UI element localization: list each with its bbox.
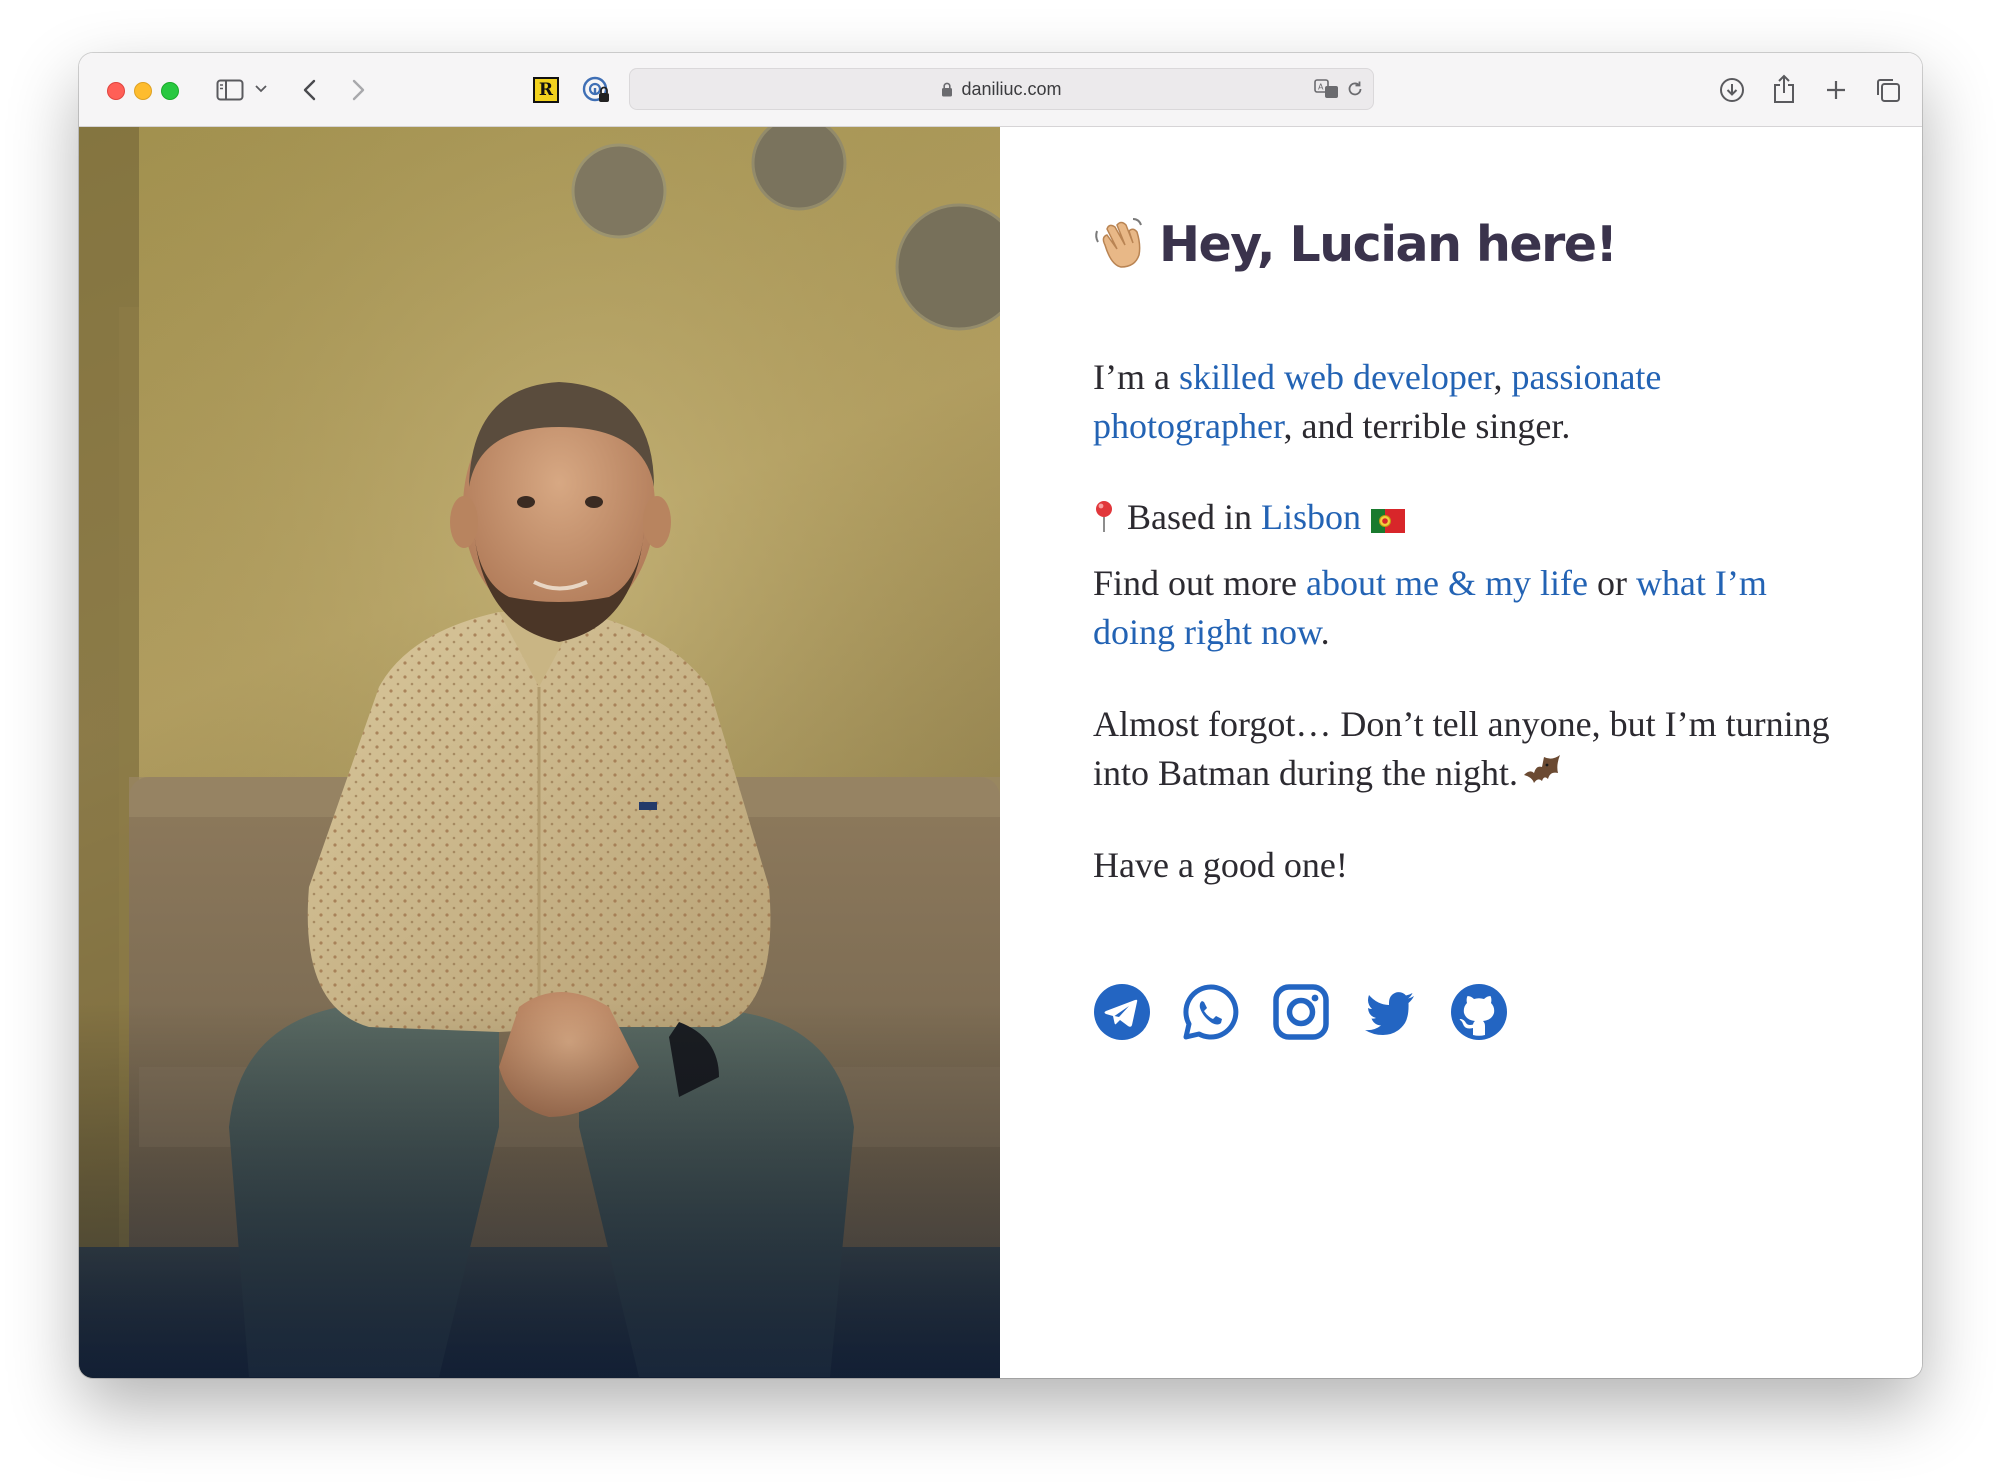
share-icon[interactable] — [1767, 71, 1801, 107]
forward-arrow-icon[interactable] — [345, 75, 373, 105]
chevron-down-icon[interactable] — [253, 81, 269, 97]
browser-window: R daniliuc.com A Hey, Lucian here! I’m a… — [79, 53, 1922, 1378]
secret-text: Almost forgot… Don’t tell anyone, but I’… — [1093, 704, 1830, 793]
intro-panel: Hey, Lucian here! I’m a skilled web deve… — [1000, 127, 1922, 1378]
lisbon-link[interactable]: Lisbon — [1261, 497, 1361, 537]
intro-prefix: I’m a — [1093, 357, 1179, 397]
address-bar[interactable]: daniliuc.com A — [629, 68, 1374, 110]
page-heading: Hey, Lucian here! — [1093, 215, 1618, 273]
lock-icon — [941, 71, 953, 111]
more-suffix: . — [1320, 612, 1330, 652]
tab-overview-icon[interactable] — [1871, 73, 1905, 107]
reload-icon[interactable] — [1344, 78, 1366, 100]
back-arrow-icon[interactable] — [295, 75, 323, 105]
more-middle: or — [1587, 563, 1636, 603]
page-content: Hey, Lucian here! I’m a skilled web deve… — [79, 127, 1922, 1378]
waving-hand-icon — [1093, 215, 1149, 271]
skilled-web-developer-link[interactable]: skilled web developer — [1179, 357, 1493, 397]
location-paragraph: Based in Lisbon — [1093, 493, 1833, 546]
intro-separator: , — [1493, 357, 1512, 397]
downloads-icon[interactable] — [1715, 73, 1749, 107]
url-text: daniliuc.com — [961, 79, 1062, 99]
more-prefix: Find out more — [1093, 563, 1306, 603]
signoff-text: Have a good one! — [1093, 845, 1348, 885]
more-paragraph: Find out more about me & my life or what… — [1093, 559, 1833, 657]
portrait-illustration — [79, 127, 1000, 1378]
github-icon[interactable] — [1450, 983, 1508, 1041]
portugal-flag-icon — [1371, 497, 1405, 546]
svg-text:A: A — [1318, 83, 1324, 92]
secret-paragraph: Almost forgot… Don’t tell anyone, but I’… — [1093, 700, 1833, 802]
intro-suffix: , and terrible singer. — [1283, 406, 1571, 446]
sidebar-toggle-icon[interactable] — [215, 75, 245, 105]
translate-icon[interactable]: A — [1314, 77, 1340, 101]
portrait-photo — [79, 127, 1000, 1378]
extension-r-icon[interactable]: R — [531, 75, 561, 105]
intro-paragraph: I’m a skilled web developer, passionate … — [1093, 353, 1833, 451]
zoom-window-button[interactable] — [161, 82, 179, 100]
telegram-icon[interactable] — [1093, 983, 1151, 1041]
instagram-icon[interactable] — [1272, 983, 1330, 1041]
about-me-link[interactable]: about me & my life — [1306, 563, 1588, 603]
location-prefix: Based in — [1127, 497, 1261, 537]
heading-text: Hey, Lucian here! — [1159, 216, 1618, 273]
close-window-button[interactable] — [107, 82, 125, 100]
signoff-paragraph: Have a good one! — [1093, 841, 1833, 890]
extension-r-label: R — [533, 77, 559, 103]
pushpin-icon — [1093, 497, 1115, 546]
password-manager-icon[interactable] — [581, 75, 611, 105]
whatsapp-icon[interactable] — [1182, 983, 1240, 1041]
new-tab-plus-icon[interactable] — [1819, 73, 1853, 107]
minimize-window-button[interactable] — [134, 82, 152, 100]
twitter-icon[interactable] — [1361, 983, 1419, 1041]
bat-icon — [1522, 753, 1562, 802]
browser-toolbar: R daniliuc.com A — [79, 53, 1922, 127]
